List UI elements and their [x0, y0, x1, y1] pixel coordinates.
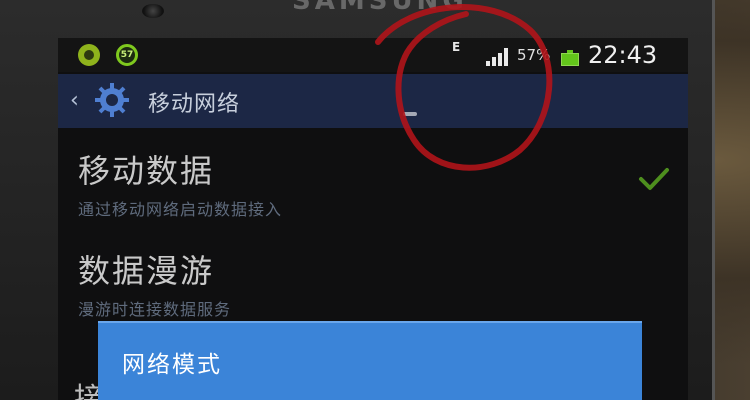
front-camera	[142, 4, 164, 18]
app-notification-icon	[78, 44, 100, 66]
checkmark-icon[interactable]	[638, 166, 670, 192]
timer-notification-icon: 57	[116, 44, 138, 66]
setting-mobile-data[interactable]: 移动数据 通过移动网络启动数据接入	[78, 146, 668, 220]
battery-percentage: 57%	[517, 46, 551, 64]
setting-subtitle: 通过移动网络启动数据接入	[78, 200, 283, 219]
status-clock: 22:43	[588, 41, 658, 69]
phone-bezel: SAMSUNG 57 E 57% 22:43 ‹ 移动网络 移动数据 通过移动网…	[0, 0, 715, 400]
setting-data-roaming[interactable]: 数据漫游 漫游时连接数据服务	[78, 246, 668, 320]
battery-icon	[561, 50, 579, 66]
setting-title: 数据漫游	[78, 252, 215, 290]
setting-title: 移动数据	[78, 152, 215, 190]
dialog-title: 网络模式	[122, 352, 222, 378]
signal-strength-icon	[486, 46, 512, 66]
chevron-left-icon[interactable]: ‹	[70, 90, 79, 112]
status-bar: 57 E 57% 22:43	[58, 38, 688, 72]
setting-subtitle: 漫游时连接数据服务	[78, 300, 232, 319]
network-type-indicator: E	[452, 40, 461, 54]
gear-icon	[94, 82, 130, 118]
network-mode-dialog: 网络模式	[98, 321, 642, 400]
timer-badge: 57	[120, 50, 134, 60]
action-bar: ‹ 移动网络	[58, 74, 688, 128]
screen-glare	[403, 112, 417, 116]
phone-screen: 57 E 57% 22:43 ‹ 移动网络 移动数据 通过移动网络启动数据接入 …	[58, 38, 688, 400]
page-title: 移动网络	[148, 92, 241, 117]
brand-logo: SAMSUNG	[292, 0, 468, 16]
